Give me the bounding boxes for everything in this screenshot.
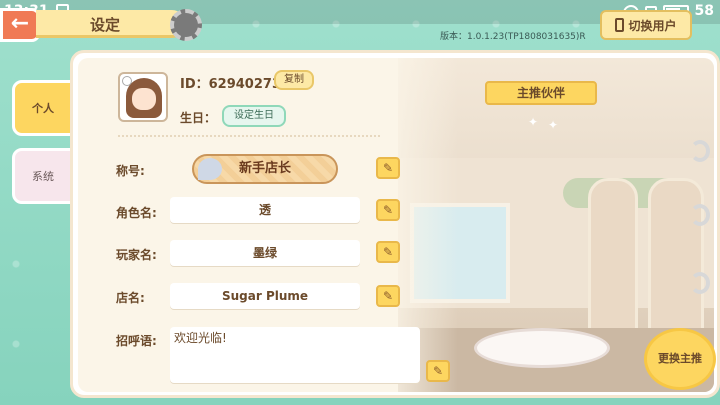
sparkle-icon: ✦ [528, 115, 539, 129]
greeting-label: 招呼语: [116, 334, 157, 348]
shop-name-label: 店名: [116, 291, 145, 305]
shelf-illustration [588, 178, 638, 338]
pencil-icon: ✎ [432, 364, 444, 378]
recommended-partner-banner: 主推伙伴 [485, 81, 597, 105]
dotted-divider [118, 135, 380, 137]
tab-personal-label: 个人 [32, 102, 54, 115]
switch-user-label: 切换用户 [628, 18, 677, 33]
sparkle-icon-2: ✦ [548, 118, 559, 132]
player-name-field[interactable]: 墨绿 [170, 240, 360, 266]
page-title-plate: 设定 [36, 10, 186, 38]
title-label: 称号: [116, 164, 145, 178]
tab-system-label: 系统 [32, 170, 54, 183]
edit-greeting-button[interactable]: ✎ [426, 360, 450, 382]
left-arrow-icon: ← [10, 11, 30, 36]
info-badge-icon [122, 76, 132, 86]
birthday-label: 生日： [180, 111, 217, 125]
character-name-field[interactable]: 透 [170, 197, 360, 223]
gear-icon [170, 9, 202, 41]
pencil-icon: ✎ [382, 203, 394, 217]
user-id: ID：62940273 [180, 77, 281, 92]
edit-title-button[interactable]: ✎ [376, 157, 400, 179]
version-text: 版本：1.0.1.23(TP1808031635)R [440, 32, 586, 42]
phone-icon [615, 18, 625, 32]
greeting-field[interactable]: 欢迎光临! [170, 327, 420, 383]
back-button[interactable]: ← [0, 8, 40, 42]
title-value: 新手店长 [238, 161, 291, 176]
pencil-icon: ✎ [382, 245, 394, 259]
piping-bag-icon [198, 158, 222, 180]
avatar[interactable] [118, 72, 168, 122]
tab-system[interactable]: 系统 [12, 148, 74, 204]
edit-player-name-button[interactable]: ✎ [376, 241, 400, 263]
page-title: 设定 [90, 16, 121, 34]
shop-name-field[interactable]: Sugar Plume [170, 283, 360, 309]
edit-character-name-button[interactable]: ✎ [376, 199, 400, 221]
edit-shop-name-button[interactable]: ✎ [376, 285, 400, 307]
copy-id-button[interactable]: 复制 [274, 70, 314, 90]
change-partner-button[interactable]: 更换主推 [644, 328, 716, 390]
title-badge: 新手店长 [192, 154, 338, 184]
partner-pedestal [474, 328, 610, 368]
pencil-icon: ✎ [382, 161, 394, 175]
player-name-label: 玩家名: [116, 248, 157, 262]
switch-user-button[interactable]: 切换用户 [600, 10, 692, 40]
set-birthday-button[interactable]: 设定生日 [222, 105, 286, 127]
character-name-label: 角色名: [116, 206, 157, 220]
tab-personal[interactable]: 个人 [12, 80, 74, 136]
pencil-icon: ✎ [382, 289, 394, 303]
shelf-illustration-2 [648, 178, 704, 338]
battery-level: 58 [694, 3, 714, 19]
